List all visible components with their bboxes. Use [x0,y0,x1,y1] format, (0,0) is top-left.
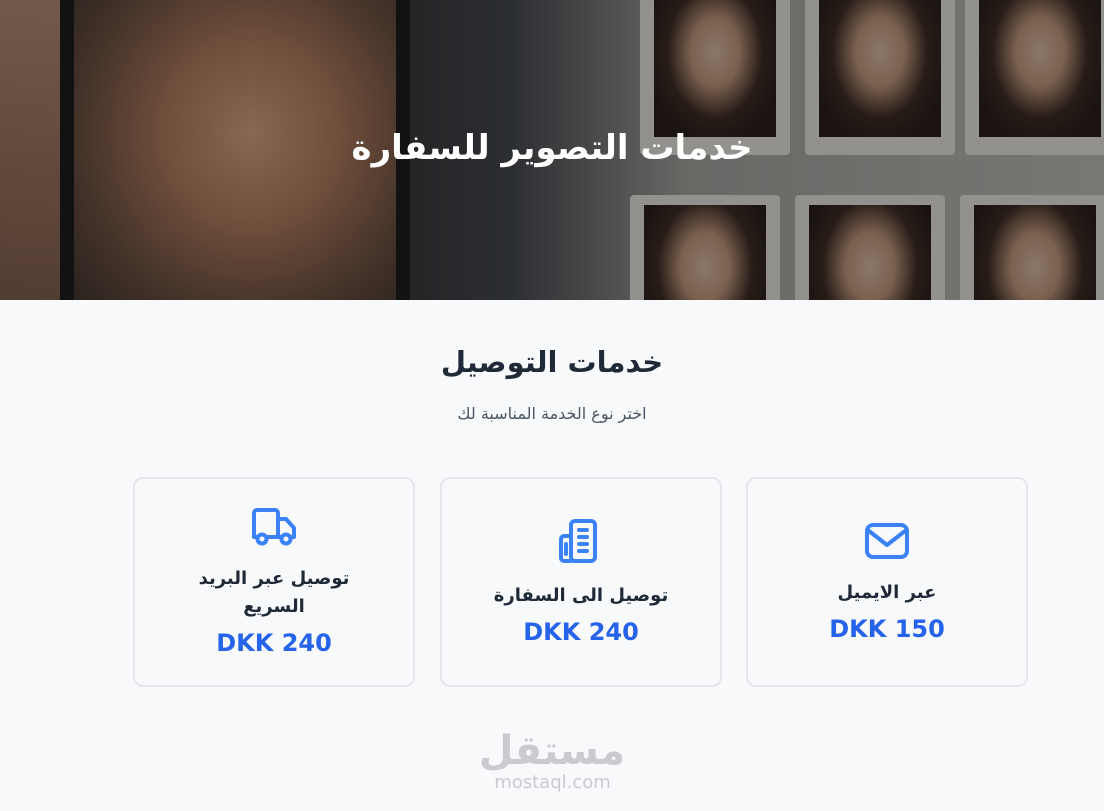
delivery-option-price: DKK 240 [523,618,639,646]
section-subtitle: اختر نوع الخدمة المناسبة لك [457,404,647,423]
envelope-icon [864,521,910,565]
watermark-arabic-text: مستقل [478,728,625,774]
delivery-option-label: عبر الايميل [837,582,937,603]
hero-title: خدمات التصوير للسفارة [351,128,753,168]
truck-icon [250,507,298,551]
delivery-option-price: DKK 240 [216,629,332,657]
delivery-option-label: توصيل عبر البريد السريع [198,568,350,617]
watermark-latin-text: mostaql.com [494,772,611,793]
hero-banner: خدمات التصوير للسفارة [0,0,1104,300]
delivery-option-express-mail-card[interactable]: توصيل عبر البريد السريع DKK 240 [133,477,415,687]
delivery-option-label: توصيل الى السفارة [493,585,669,606]
delivery-option-email-card[interactable]: عبر الايميل DKK 150 [746,477,1028,687]
delivery-option-embassy-card[interactable]: توصيل الى السفارة DKK 240 [440,477,722,687]
delivery-option-price: DKK 150 [829,615,945,643]
mostaql-watermark-logo: مستقل mostaql.com [478,728,625,800]
building-icon [558,518,604,568]
section-title: خدمات التوصيل [440,345,664,379]
